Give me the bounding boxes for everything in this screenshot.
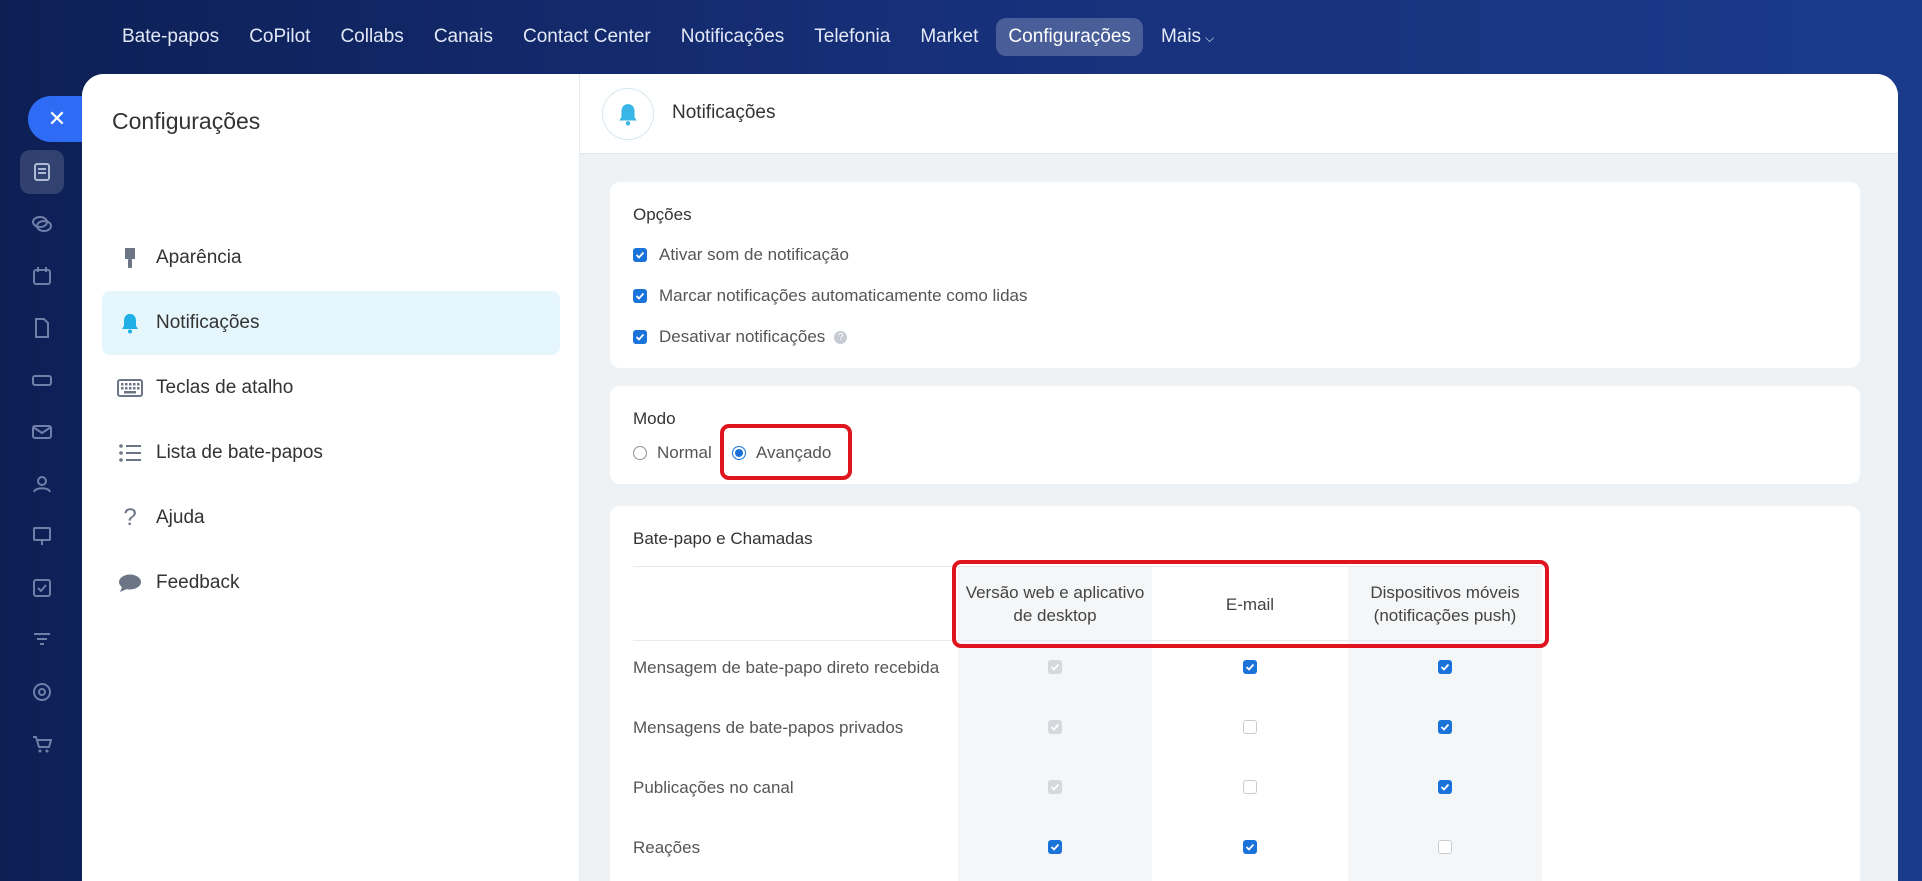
document-icon[interactable] bbox=[20, 306, 64, 350]
checkbox-disabled bbox=[1048, 660, 1062, 674]
option-label: Desativar notificações bbox=[659, 327, 826, 346]
chevron-down-icon: ⌵ bbox=[1205, 31, 1215, 45]
menu-item-label: Lista de bate-papos bbox=[156, 442, 323, 463]
checkbox-checked[interactable] bbox=[1438, 660, 1452, 674]
mode-normal-label: Normal bbox=[657, 443, 712, 462]
funnel-icon[interactable] bbox=[20, 618, 64, 662]
mail-icon[interactable] bbox=[20, 410, 64, 454]
highlight-box bbox=[720, 424, 852, 480]
checkbox-checked[interactable] bbox=[1438, 720, 1452, 734]
row-label: Mensagem de bate-papo direto recebida bbox=[633, 658, 940, 677]
menu-item-teclas[interactable]: Teclas de atalho bbox=[102, 356, 560, 420]
checkbox-unchecked[interactable] bbox=[1438, 840, 1452, 854]
mode-normal-radio[interactable]: Normal bbox=[633, 443, 712, 463]
nav-more-label: Mais bbox=[1160, 26, 1202, 47]
settings-panel: Configurações Aparência Notificações Tec… bbox=[82, 74, 1898, 881]
feed-icon[interactable] bbox=[20, 150, 64, 194]
settings-sidebar: Configurações Aparência Notificações Tec… bbox=[82, 74, 580, 881]
checkbox-disabled bbox=[1048, 780, 1062, 794]
chat-bubble-icon bbox=[116, 569, 144, 597]
nav-configuracoes[interactable]: Configurações bbox=[996, 18, 1143, 56]
checkbox-checked[interactable] bbox=[1243, 840, 1257, 854]
nav-contact-center[interactable]: Contact Center bbox=[511, 18, 663, 56]
keyboard-icon bbox=[116, 374, 144, 402]
option-auto-read[interactable]: Marcar notificações automaticamente como… bbox=[633, 286, 1028, 306]
bell-icon bbox=[116, 309, 144, 337]
top-navigation: Bate-papos CoPilot Collabs Canais Contac… bbox=[0, 0, 1922, 74]
checkbox-unchecked[interactable] bbox=[1243, 720, 1257, 734]
page-title: Notificações bbox=[672, 102, 776, 123]
nav-telefonia[interactable]: Telefonia bbox=[802, 18, 902, 56]
brush-icon bbox=[116, 244, 144, 272]
nav-bate-papos[interactable]: Bate-papos bbox=[110, 18, 231, 56]
close-button[interactable]: ✕ bbox=[28, 96, 86, 142]
target-icon[interactable] bbox=[20, 670, 64, 714]
settings-menu: Aparência Notificações Teclas de atalho … bbox=[102, 226, 560, 616]
nav-notificacoes[interactable]: Notificações bbox=[669, 18, 797, 56]
checkbox-checked[interactable] bbox=[633, 248, 647, 262]
option-sound[interactable]: Ativar som de notificação bbox=[633, 245, 849, 265]
nav-copilot[interactable]: CoPilot bbox=[237, 18, 322, 56]
row-label: Reações bbox=[633, 838, 701, 857]
drive-icon[interactable] bbox=[20, 358, 64, 402]
checkbox-disabled bbox=[1048, 720, 1062, 734]
checkbox-unchecked[interactable] bbox=[1243, 780, 1257, 794]
menu-item-aparencia[interactable]: Aparência bbox=[102, 226, 560, 290]
checkbox-checked[interactable] bbox=[1048, 840, 1062, 854]
checkbox-checked[interactable] bbox=[633, 330, 647, 344]
bell-icon bbox=[602, 88, 654, 140]
left-rail: ✕ bbox=[0, 74, 86, 881]
checkbox-checked[interactable] bbox=[1438, 780, 1452, 794]
close-icon: ✕ bbox=[47, 106, 67, 131]
options-card: Opções Ativar som de notificação Marcar … bbox=[610, 182, 1860, 368]
list-icon bbox=[116, 439, 144, 467]
menu-item-label: Ajuda bbox=[156, 507, 205, 528]
row-label: Mensagens de bate-papos privados bbox=[633, 718, 904, 737]
settings-content: Notificações Opções Ativar som de notifi… bbox=[580, 74, 1898, 881]
option-disable[interactable]: Desativar notificações ? bbox=[633, 327, 848, 347]
row-label: Publicações no canal bbox=[633, 778, 794, 797]
options-title: Opções bbox=[633, 205, 692, 224]
chats-icon[interactable] bbox=[20, 202, 64, 246]
help-icon[interactable]: ? bbox=[834, 330, 848, 344]
tasks-icon[interactable] bbox=[20, 566, 64, 610]
menu-item-feedback[interactable]: Feedback bbox=[102, 551, 560, 615]
chat-calls-title: Bate-papo e Chamadas bbox=[633, 529, 813, 548]
question-icon: ? bbox=[123, 504, 137, 531]
calendar-icon[interactable] bbox=[20, 254, 64, 298]
sidebar-title: Configurações bbox=[112, 108, 261, 134]
mode-title: Modo bbox=[633, 409, 676, 428]
nav-more[interactable]: Mais ⌵ bbox=[1149, 18, 1226, 56]
highlight-box bbox=[952, 560, 1549, 648]
mode-card: Modo Normal Avançado bbox=[610, 386, 1860, 484]
nav-market[interactable]: Market bbox=[908, 18, 990, 56]
board-icon[interactable] bbox=[20, 514, 64, 558]
chat-calls-card: Bate-papo e Chamadas Versão web e aplica… bbox=[610, 506, 1860, 881]
menu-item-notificacoes[interactable]: Notificações bbox=[102, 291, 560, 355]
nav-collabs[interactable]: Collabs bbox=[328, 18, 415, 56]
content-header: Notificações bbox=[580, 74, 1898, 154]
menu-item-label: Aparência bbox=[156, 247, 242, 268]
checkbox-checked[interactable] bbox=[633, 289, 647, 303]
menu-item-lista[interactable]: Lista de bate-papos bbox=[102, 421, 560, 485]
cart-icon[interactable] bbox=[20, 722, 64, 766]
menu-item-label: Teclas de atalho bbox=[156, 377, 294, 398]
menu-item-label: Feedback bbox=[156, 572, 240, 593]
contacts-icon[interactable] bbox=[20, 462, 64, 506]
menu-item-label: Notificações bbox=[156, 312, 260, 333]
nav-canais[interactable]: Canais bbox=[422, 18, 505, 56]
option-label: Ativar som de notificação bbox=[659, 245, 849, 264]
menu-item-ajuda[interactable]: ? Ajuda bbox=[102, 486, 560, 550]
option-label: Marcar notificações automaticamente como… bbox=[659, 286, 1028, 305]
checkbox-checked[interactable] bbox=[1243, 660, 1257, 674]
radio-unselected[interactable] bbox=[633, 446, 647, 460]
